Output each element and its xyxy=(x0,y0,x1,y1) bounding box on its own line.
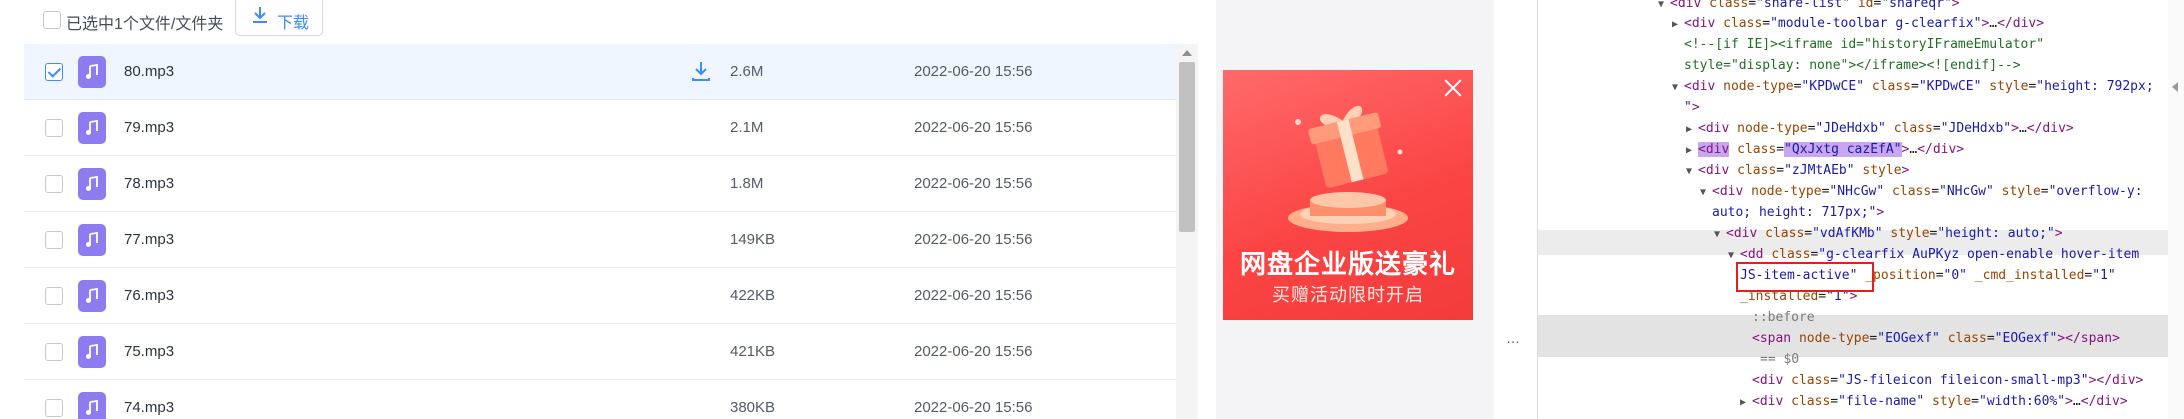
more-options-icon[interactable]: … xyxy=(1506,330,1521,346)
dom-line[interactable]: ▼ <div node-type="NHcGw" class="NHcGw" st… xyxy=(1700,181,2143,202)
devtools-gutter: … xyxy=(1494,0,1538,419)
file-row[interactable]: 79.mp3 2.1M 2022-06-20 15:56 xyxy=(24,100,1176,156)
music-file-icon xyxy=(78,56,106,88)
file-name[interactable]: 77.mp3 xyxy=(124,231,174,248)
promo-banner[interactable]: 网盘企业版送豪礼 买赠活动限时开启 xyxy=(1223,70,1473,320)
file-size: 2.1M xyxy=(730,119,764,136)
dom-tree: ▼ <div class="share-list" id="shareqr"> ▶… xyxy=(1538,0,2184,419)
file-size: 2.6M xyxy=(730,63,764,80)
file-name[interactable]: 78.mp3 xyxy=(124,175,174,192)
file-size: 380KB xyxy=(730,399,776,416)
dom-comment[interactable]: <!--[if IE]><iframe id="historyIFrameEmu… xyxy=(1684,34,2044,55)
file-list-panel: 已选中1个文件/文件夹 下载 80.mp3 2.6M 2022-06-20 15… xyxy=(0,0,1216,419)
dom-line[interactable]: ▶ <div node-type="JDeHdxb" class="JDeHdxb… xyxy=(1686,118,2074,139)
row-checkbox[interactable] xyxy=(45,399,63,417)
file-date: 2022-06-20 15:56 xyxy=(914,287,1033,304)
select-all-checkbox[interactable] xyxy=(43,11,61,29)
file-date: 2022-06-20 15:56 xyxy=(914,175,1033,192)
download-icon[interactable] xyxy=(690,60,712,87)
scroll-left-arrow-icon[interactable] xyxy=(2172,82,2178,92)
file-row[interactable]: 74.mp3 380KB 2022-06-20 15:56 xyxy=(24,380,1176,419)
download-button[interactable]: 下载 xyxy=(235,0,323,36)
dom-line[interactable]: ▼ <div class="zJMtAEb" style> xyxy=(1686,160,1909,181)
gift-box-icon xyxy=(1268,82,1428,247)
row-checkbox[interactable] xyxy=(45,231,63,249)
file-date: 2022-06-20 15:56 xyxy=(914,343,1033,360)
file-size: 149KB xyxy=(730,231,776,248)
annotation-highlight-box xyxy=(1736,262,1874,292)
dom-line[interactable]: ▶ <div class="module-toolbar g-clearfix">… xyxy=(1672,13,2044,34)
music-file-icon xyxy=(78,224,106,256)
file-name[interactable]: 79.mp3 xyxy=(124,119,174,136)
music-file-icon xyxy=(78,112,106,144)
music-file-icon xyxy=(78,336,106,368)
file-row[interactable]: 76.mp3 422KB 2022-06-20 15:56 xyxy=(24,268,1176,324)
file-row[interactable]: 78.mp3 1.8M 2022-06-20 15:56 xyxy=(24,156,1176,212)
file-row[interactable]: 77.mp3 149KB 2022-06-20 15:56 xyxy=(24,212,1176,268)
dom-line[interactable]: auto; height: 717px;"> xyxy=(1712,202,1884,223)
music-file-icon xyxy=(78,168,106,200)
dom-line[interactable]: <div class="JS-fileicon fileicon-small-m… xyxy=(1752,370,2143,391)
dom-pseudo[interactable]: ::before xyxy=(1752,307,1815,328)
download-icon xyxy=(250,5,270,30)
dom-line[interactable]: ▶ <div class="file-name" style="width:60%… xyxy=(1740,391,2128,412)
file-size: 1.8M xyxy=(730,175,764,192)
sidebar-ad-region: 网盘企业版送豪礼 买赠活动限时开启 xyxy=(1216,0,1494,419)
dom-line[interactable]: ▶ <div class="QxJxtg cazEfA">…</div> xyxy=(1686,139,1964,160)
file-list: 80.mp3 2.6M 2022-06-20 15:56 79.mp3 2.1M… xyxy=(24,44,1176,419)
dom-line[interactable]: <span node-type="EOGexf" class="EOGexf">… xyxy=(1752,328,2120,349)
file-date: 2022-06-20 15:56 xyxy=(914,231,1033,248)
row-checkbox[interactable] xyxy=(45,287,63,305)
close-icon[interactable] xyxy=(1441,76,1465,100)
file-name[interactable]: 76.mp3 xyxy=(124,287,174,304)
dom-line[interactable]: ▼ <div class="share-list" id="shareqr"> xyxy=(1658,0,1960,14)
scroll-up-arrow-icon[interactable] xyxy=(1182,50,1192,56)
file-size: 422KB xyxy=(730,287,776,304)
music-file-icon xyxy=(78,280,106,312)
row-checkbox[interactable] xyxy=(45,175,63,193)
file-name[interactable]: 74.mp3 xyxy=(124,399,174,416)
download-button-label: 下载 xyxy=(277,15,310,32)
file-row[interactable]: 75.mp3 421KB 2022-06-20 15:56 xyxy=(24,324,1176,380)
file-date: 2022-06-20 15:56 xyxy=(914,63,1033,80)
file-list-scrollbar[interactable] xyxy=(1176,44,1198,419)
devtools-scrollbar[interactable] xyxy=(2168,0,2184,419)
promo-subtitle: 买赠活动限时开启 xyxy=(1272,285,1424,305)
selection-count-label: 已选中1个文件/文件夹 xyxy=(66,16,224,33)
dom-comment[interactable]: style="display: none"></iframe><![endif]… xyxy=(1684,55,2021,76)
row-checkbox[interactable] xyxy=(45,119,63,137)
dom-line[interactable]: ▼ <div class="vdAfKMb" style="height: aut… xyxy=(1714,223,2063,244)
file-name[interactable]: 75.mp3 xyxy=(124,343,174,360)
list-toolbar: 已选中1个文件/文件夹 下载 xyxy=(0,0,1216,42)
scrollbar-thumb[interactable] xyxy=(1179,62,1195,232)
row-checkbox[interactable] xyxy=(45,63,63,81)
row-checkbox[interactable] xyxy=(45,343,63,361)
file-date: 2022-06-20 15:56 xyxy=(914,119,1033,136)
file-row[interactable]: 80.mp3 2.6M 2022-06-20 15:56 xyxy=(24,44,1176,100)
devtools-elements-panel: … ▼ <div class="share-list" id="shareqr">… xyxy=(1494,0,2184,419)
file-date: 2022-06-20 15:56 xyxy=(914,399,1033,416)
file-size: 421KB xyxy=(730,343,776,360)
dom-line[interactable]: "> xyxy=(1684,97,1700,118)
dom-selected-marker: == $0 xyxy=(1760,352,1800,367)
promo-title: 网盘企业版送豪礼 xyxy=(1239,249,1456,279)
file-name[interactable]: 80.mp3 xyxy=(124,63,174,80)
dom-line[interactable]: ▼ <div node-type="KPDwCE" class="KPDwCE" … xyxy=(1672,76,2154,97)
music-file-icon xyxy=(78,392,106,419)
